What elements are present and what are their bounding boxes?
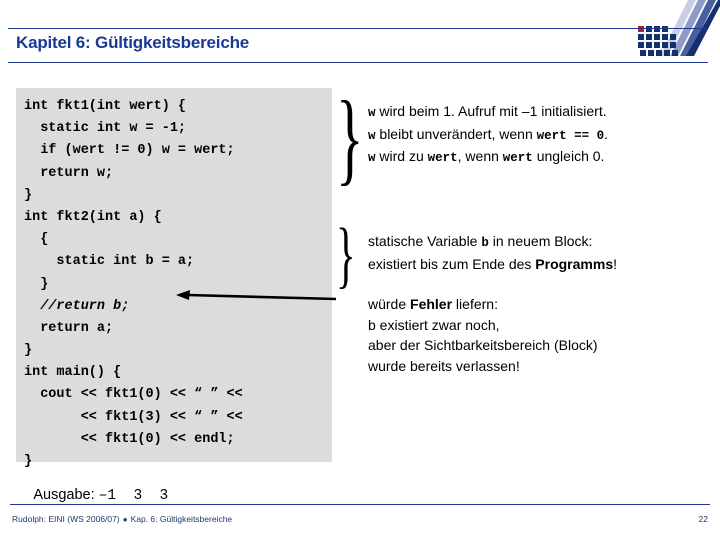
note-text: wird beim 1. Aufruf mit –1 initialisiert… xyxy=(375,103,607,119)
note-text: existiert bis zum Ende des xyxy=(368,255,536,272)
code-line: << fkt1(0) << endl; xyxy=(24,431,235,447)
note-emphasis-fehler: Fehler xyxy=(410,296,453,312)
code-block: int fkt1(int wert) { static int w = -1; … xyxy=(16,88,332,469)
output-line: Ausgabe: –1 3 3 xyxy=(18,471,168,520)
note-text: ! xyxy=(613,255,617,272)
bullet-separator-icon: ● xyxy=(122,515,128,525)
code-line: << fkt1(3) << “ ” << xyxy=(24,409,243,425)
title-rule-top xyxy=(8,28,708,29)
slide: Kapitel 6: Gültigkeitsbereiche int fkt1(… xyxy=(0,0,720,540)
note-line: w bleibt unverändert, wenn wert == 0. xyxy=(368,124,608,147)
title-rule-bottom xyxy=(8,62,708,63)
code-token-w: w xyxy=(368,151,376,165)
note-line: existiert bis zum Ende des Programms! xyxy=(368,254,617,275)
footer-breadcrumb: Rudolph: EINI (WS 2006/07) ● Kap. 6: Gülti… xyxy=(12,514,232,524)
note-line: wurde bereits verlassen! xyxy=(368,357,520,374)
code-token-wert-eq-0: wert == 0 xyxy=(536,128,605,143)
code-line: int fkt1(int wert) { xyxy=(24,99,187,114)
code-line: static int w = -1; xyxy=(24,121,187,137)
note-text: bleibt unverändert, wenn xyxy=(375,125,537,142)
note-text: in neuem Block: xyxy=(488,233,593,249)
footer-author: Rudolph: EINI (WS 2006/07) xyxy=(12,514,120,524)
note-text: . xyxy=(604,125,609,142)
code-token-wert: wert xyxy=(427,151,458,165)
code-line: static int b = a; xyxy=(24,254,195,270)
pointer-arrow-icon xyxy=(176,290,337,304)
note-line: w wird beim 1. Aufruf mit –1 initialisie… xyxy=(368,101,608,124)
note-text: ungleich 0. xyxy=(532,148,605,164)
code-token-w: w xyxy=(368,106,376,120)
tu-dortmund-logo xyxy=(636,0,720,64)
note-text: , wenn xyxy=(457,148,503,164)
code-line: } xyxy=(24,343,33,359)
note-emphasis-programms: Programms xyxy=(535,255,614,272)
brace-inner-block: } xyxy=(336,214,356,296)
code-line: } xyxy=(24,187,33,203)
code-line: cout << fkt1(0) << “ ” << xyxy=(24,387,243,403)
page-number: 22 xyxy=(698,514,708,524)
note-static-b: statische Variable b in neuem Block: exi… xyxy=(368,231,617,274)
note-line: aber der Sichtbarkeitsbereich (Block) xyxy=(368,337,598,353)
note-text: statische Variable xyxy=(368,233,482,249)
output-label: Ausgabe: xyxy=(33,487,99,503)
footer-rule xyxy=(10,504,710,505)
brace-fkt1: } xyxy=(336,80,364,195)
code-token-w: w xyxy=(368,128,376,143)
footer-chapter: Kap. 6: Gültigkeitsbereiche xyxy=(130,514,233,524)
code-line: return w; xyxy=(24,165,114,181)
note-text: wird zu xyxy=(375,148,428,164)
code-token-b: b xyxy=(481,236,489,250)
note-line: b existiert zwar noch, xyxy=(368,316,500,333)
note-static-w: w wird beim 1. Aufruf mit –1 initialisie… xyxy=(368,101,608,169)
output-value: –1 3 3 xyxy=(98,488,169,504)
note-error-scope: würde Fehler liefern: b existiert zwar n… xyxy=(368,294,598,376)
code-token-wert: wert xyxy=(502,151,533,165)
code-line: return a; xyxy=(24,320,114,336)
note-text: würde xyxy=(368,296,411,312)
code-line: if (wert != 0) w = wert; xyxy=(24,143,235,159)
code-line: } xyxy=(24,454,33,469)
code-line: int main() { xyxy=(24,365,122,381)
code-line: { xyxy=(24,232,49,248)
note-line: w wird zu wert, wenn wert ungleich 0. xyxy=(368,146,608,169)
note-line: würde Fehler liefern: xyxy=(368,294,598,315)
page-title: Kapitel 6: Gültigkeitsbereiche xyxy=(16,33,250,52)
note-text: liefern: xyxy=(452,296,498,312)
code-line: int fkt2(int a) { xyxy=(24,209,162,225)
note-line: statische Variable b in neuem Block: xyxy=(368,231,617,254)
